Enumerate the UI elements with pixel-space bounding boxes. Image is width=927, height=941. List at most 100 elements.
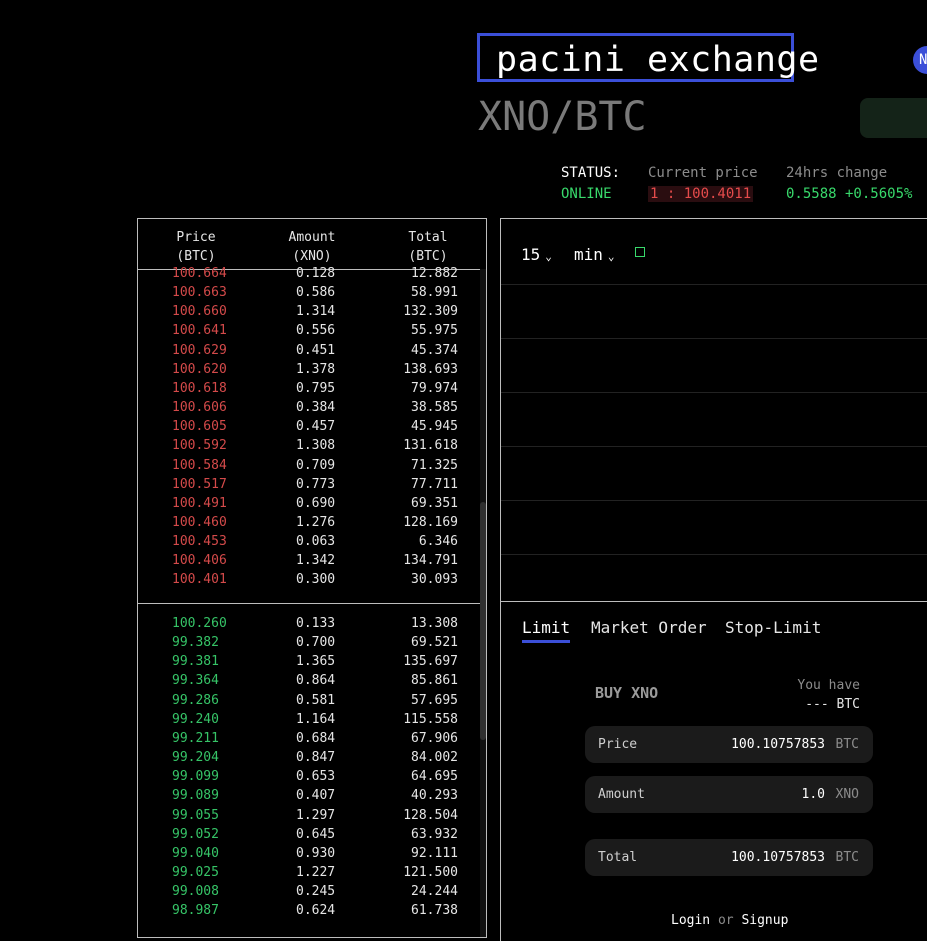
tab-stop-limit[interactable]: Stop-Limit xyxy=(725,618,821,637)
chart-gridline xyxy=(501,338,927,339)
signup-link[interactable]: Signup xyxy=(741,913,788,928)
bid-row[interactable]: 99.089 0.407 40.293 xyxy=(138,786,478,805)
tab-limit[interactable]: Limit xyxy=(522,618,571,643)
ask-amount: 1.314 xyxy=(296,304,336,320)
col-header-price: Price (BTC) xyxy=(146,228,246,266)
ask-amount: 0.586 xyxy=(296,285,336,301)
ask-price: 100.517 xyxy=(172,476,227,492)
status-block: STATUS: ONLINE xyxy=(561,163,620,205)
chart-gridline xyxy=(501,392,927,393)
bid-amount: 0.133 xyxy=(296,616,336,631)
ask-row[interactable]: 100.664 0.128 12.882 xyxy=(138,264,478,283)
auth-or: or xyxy=(717,913,734,928)
ask-row[interactable]: 100.517 0.773 77.711 xyxy=(138,475,478,494)
bid-row[interactable]: 99.204 0.847 84.002 xyxy=(138,748,478,767)
price-field[interactable]: Price 100.10757853 BTC xyxy=(585,726,873,763)
ask-amount: 0.709 xyxy=(296,457,336,473)
bid-total: 57.695 xyxy=(411,692,458,708)
bid-row[interactable]: 99.055 1.297 128.504 xyxy=(138,806,478,825)
square-icon[interactable] xyxy=(635,247,645,257)
amount-input[interactable]: 1.0 xyxy=(802,776,825,813)
ask-total: 30.093 xyxy=(411,572,458,588)
bid-price: 100.260 xyxy=(172,616,227,631)
bid-row[interactable]: 99.040 0.930 92.111 xyxy=(138,844,478,863)
price-input[interactable]: 100.10757853 xyxy=(731,726,825,763)
ask-price: 100.453 xyxy=(172,534,227,550)
chart-gridline xyxy=(501,554,927,555)
ask-row[interactable]: 100.460 1.276 128.169 xyxy=(138,513,478,532)
ask-price: 100.641 xyxy=(172,323,227,339)
login-link[interactable]: Login xyxy=(671,913,710,928)
order-book-scroll-thumb[interactable] xyxy=(480,502,486,740)
ask-total: 55.975 xyxy=(411,323,458,339)
ask-row[interactable]: 100.592 1.308 131.618 xyxy=(138,436,478,455)
bid-row[interactable]: 99.211 0.684 67.906 xyxy=(138,729,478,748)
brand-logo[interactable]: pacini exchange xyxy=(477,33,819,82)
bid-row[interactable]: 99.382 0.700 69.521 xyxy=(138,633,478,652)
bid-row[interactable]: 99.286 0.581 57.695 xyxy=(138,691,478,710)
ask-total: 128.169 xyxy=(403,514,458,530)
bid-amount: 0.684 xyxy=(296,730,336,746)
ask-row[interactable]: 100.620 1.378 138.693 xyxy=(138,360,478,379)
amount-field[interactable]: Amount 1.0 XNO xyxy=(585,776,873,813)
bid-row[interactable]: 100.260 0.133 13.308 xyxy=(138,614,478,633)
order-book-header: Price (BTC) Amount (XNO) Total (BTC) xyxy=(138,219,486,270)
bid-total: 61.738 xyxy=(411,903,458,919)
ask-row[interactable]: 100.584 0.709 71.325 xyxy=(138,456,478,475)
ask-total: 77.711 xyxy=(411,476,458,492)
bid-row[interactable]: 99.240 1.164 115.558 xyxy=(138,710,478,729)
bid-total: 13.308 xyxy=(411,616,458,631)
bid-total: 64.695 xyxy=(411,769,458,785)
bid-price: 99.382 xyxy=(172,635,219,651)
ask-row[interactable]: 100.605 0.457 45.945 xyxy=(138,417,478,436)
bid-total: 135.697 xyxy=(403,654,458,670)
interval-value-select[interactable]: 15 ⌄ xyxy=(521,245,552,264)
price-field-label: Price xyxy=(598,737,638,752)
interval-unit-select[interactable]: min ⌄ xyxy=(574,245,615,264)
ask-row[interactable]: 100.629 0.451 45.374 xyxy=(138,341,478,360)
total-field[interactable]: Total 100.10757853 BTC xyxy=(585,839,873,876)
price-chart-panel: 15 ⌄ min ⌄ xyxy=(500,218,927,602)
ask-price: 100.605 xyxy=(172,419,227,435)
chart-gridline xyxy=(501,500,927,501)
ask-total: 138.693 xyxy=(403,361,458,377)
ask-price: 100.620 xyxy=(172,361,227,377)
total-input[interactable]: 100.10757853 xyxy=(731,839,825,876)
bid-price: 99.055 xyxy=(172,807,219,823)
bid-row[interactable]: 98.987 0.624 61.738 xyxy=(138,901,478,920)
ask-amount: 1.378 xyxy=(296,361,336,377)
bid-row[interactable]: 99.364 0.864 85.861 xyxy=(138,671,478,690)
ask-row[interactable]: 100.491 0.690 69.351 xyxy=(138,494,478,513)
ask-row[interactable]: 100.401 0.300 30.093 xyxy=(138,570,478,589)
ask-amount: 0.795 xyxy=(296,380,336,396)
ask-amount: 1.276 xyxy=(296,514,336,530)
header-action-button[interactable] xyxy=(860,98,927,138)
ask-amount: 0.690 xyxy=(296,495,336,511)
bid-amount: 0.407 xyxy=(296,788,336,804)
tab-market-order[interactable]: Market Order xyxy=(591,618,707,637)
bid-amount: 0.645 xyxy=(296,826,336,842)
ask-row[interactable]: 100.618 0.795 79.974 xyxy=(138,379,478,398)
ask-row[interactable]: 100.663 0.586 58.991 xyxy=(138,283,478,302)
ask-total: 58.991 xyxy=(411,285,458,301)
bid-row[interactable]: 99.008 0.245 24.244 xyxy=(138,882,478,901)
ask-row[interactable]: 100.406 1.342 134.791 xyxy=(138,551,478,570)
ask-total: 134.791 xyxy=(403,553,458,569)
ask-amount: 1.308 xyxy=(296,438,336,454)
ask-row[interactable]: 100.453 0.063 6.346 xyxy=(138,532,478,551)
bid-amount: 0.930 xyxy=(296,845,336,861)
bid-amount: 1.164 xyxy=(296,711,336,727)
bid-row[interactable]: 99.052 0.645 63.932 xyxy=(138,825,478,844)
ask-row[interactable]: 100.641 0.556 55.975 xyxy=(138,321,478,340)
ask-price: 100.460 xyxy=(172,514,227,530)
status-label: STATUS: xyxy=(561,165,621,181)
ask-amount: 0.457 xyxy=(296,419,336,435)
bid-row[interactable]: 99.025 1.227 121.500 xyxy=(138,863,478,882)
col-header-total-unit: (BTC) xyxy=(408,249,448,264)
bid-total: 69.521 xyxy=(411,635,458,651)
ask-row[interactable]: 100.660 1.314 132.309 xyxy=(138,302,478,321)
ask-row[interactable]: 100.606 0.384 38.585 xyxy=(138,398,478,417)
user-avatar[interactable]: N xyxy=(913,46,927,74)
bid-row[interactable]: 99.381 1.365 135.697 xyxy=(138,652,478,671)
bid-row[interactable]: 99.099 0.653 64.695 xyxy=(138,767,478,786)
